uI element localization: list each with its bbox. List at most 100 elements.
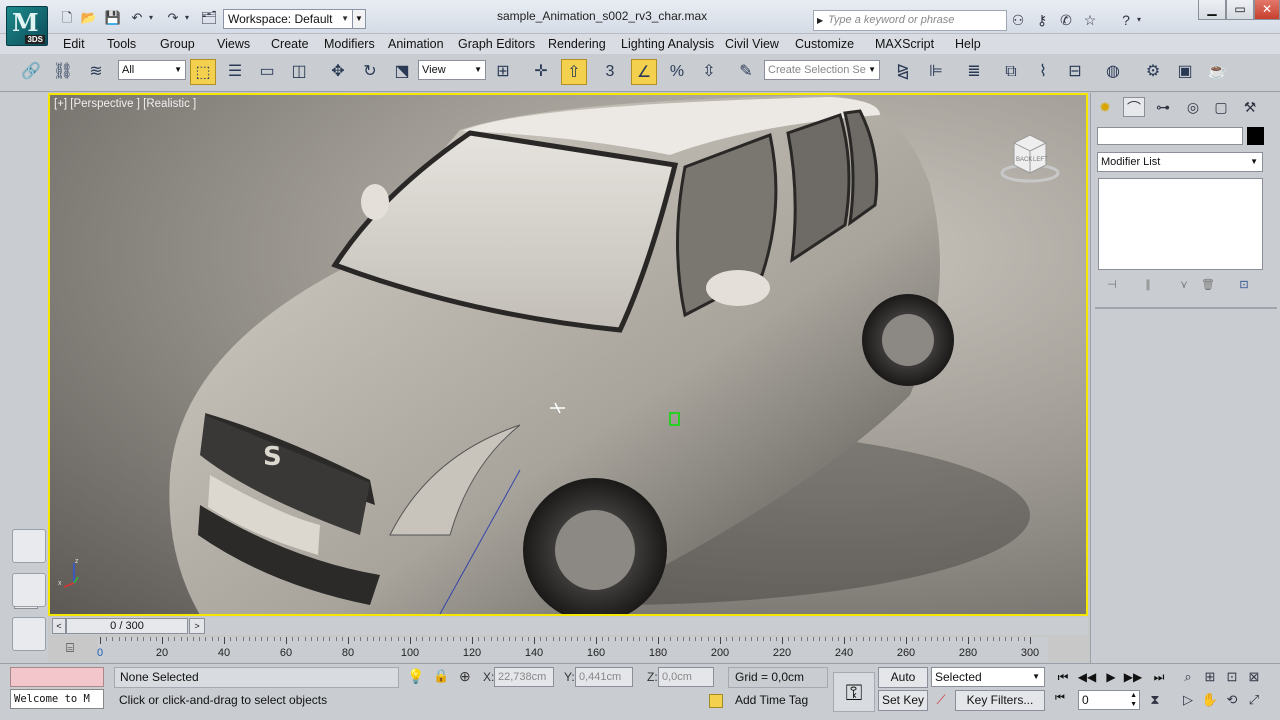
- zoom-extents-icon[interactable]: ⊡: [1222, 667, 1242, 687]
- previous-frame-button[interactable]: <: [52, 618, 66, 634]
- open-mini-curve-editor-icon[interactable]: ⌸: [60, 640, 80, 656]
- select-and-link-icon[interactable]: 🔗: [18, 59, 44, 85]
- add-time-tag-button[interactable]: Add Time Tag: [705, 690, 825, 711]
- move-icon[interactable]: ✥: [325, 59, 351, 85]
- redo-icon[interactable]: ↷: [164, 10, 182, 26]
- bind-to-space-warp-icon[interactable]: ≋: [83, 59, 109, 85]
- motion-tab-icon[interactable]: ◎: [1182, 97, 1204, 117]
- selection-lock-icon[interactable]: 🔒: [433, 668, 449, 684]
- select-object-icon[interactable]: ⬚: [190, 59, 216, 85]
- pan-hand-icon[interactable]: ✋: [1200, 690, 1220, 710]
- pivot-center-icon[interactable]: ⊞: [490, 59, 516, 85]
- modifier-stack[interactable]: [1098, 178, 1263, 270]
- named-selection-sets-dropdown[interactable]: Create Selection Se ▼: [764, 60, 880, 80]
- isolate-selection-icon[interactable]: 💡: [407, 668, 424, 685]
- field-of-view-icon[interactable]: ▷: [1178, 690, 1198, 710]
- favorites-star-icon[interactable]: ☆: [1080, 10, 1100, 30]
- menu-help[interactable]: Help: [955, 35, 981, 53]
- undo-icon[interactable]: ↶: [128, 10, 146, 26]
- key-mode-dropdown[interactable]: Selected ▼: [931, 667, 1045, 687]
- zoom-extents-all-icon[interactable]: ⊠: [1244, 667, 1264, 687]
- selection-filter-dropdown[interactable]: All ▼: [118, 60, 186, 80]
- quick-access-menu-button[interactable]: ▼: [352, 9, 366, 29]
- menu-maxscript[interactable]: MAXScript: [875, 35, 934, 53]
- material-editor-icon[interactable]: ◍: [1100, 59, 1126, 85]
- make-unique-icon[interactable]: ⋎: [1175, 278, 1193, 294]
- menu-edit[interactable]: Edit: [63, 35, 85, 53]
- display-tab-icon[interactable]: ▢: [1210, 97, 1232, 117]
- mirror-icon[interactable]: ⧎: [890, 59, 916, 85]
- viewcube[interactable]: BACK LEFT: [1000, 131, 1060, 185]
- keyboard-shortcut-override-icon[interactable]: ⇧: [561, 59, 587, 85]
- viewport-label[interactable]: [+] [Perspective ] [Realistic ]: [54, 98, 196, 110]
- rectangular-selection-icon[interactable]: ▭: [254, 59, 280, 85]
- remove-modifier-icon[interactable]: 🗑: [1199, 278, 1217, 294]
- create-tab-icon[interactable]: ✹: [1094, 97, 1116, 117]
- default-tangent-icon[interactable]: ⟋: [931, 692, 951, 710]
- zoom-icon[interactable]: ⌕: [1178, 667, 1198, 687]
- viewport-layout-alt-icon[interactable]: [12, 617, 46, 651]
- project-folder-icon[interactable]: 🗂: [200, 10, 218, 26]
- minimize-button[interactable]: ▁: [1198, 0, 1226, 20]
- next-key-icon[interactable]: ▶▶: [1122, 668, 1144, 686]
- menu-animation[interactable]: Animation: [388, 35, 444, 53]
- key-filters-button[interactable]: Key Filters...: [955, 690, 1045, 711]
- layer-manager-icon[interactable]: ≣: [961, 59, 987, 85]
- application-button[interactable]: M 3DS: [6, 6, 48, 46]
- perspective-viewport[interactable]: S [+] [Perspective ] [Realistic ] BACK L…: [48, 93, 1088, 616]
- current-frame-field[interactable]: 0 ▲ ▼: [1078, 690, 1140, 710]
- z-coordinate-field[interactable]: 0,0cm: [658, 667, 714, 687]
- align-icon[interactable]: ⊫: [923, 59, 949, 85]
- menu-tools[interactable]: Tools: [107, 35, 136, 53]
- select-by-name-icon[interactable]: ☰: [222, 59, 248, 85]
- go-to-end-icon[interactable]: ⏭: [1148, 668, 1170, 686]
- scene-explorer-icon[interactable]: ⧉: [998, 59, 1024, 85]
- next-frame-button[interactable]: >: [189, 618, 205, 634]
- previous-key-icon[interactable]: ◀◀: [1076, 668, 1098, 686]
- menu-modifiers[interactable]: Modifiers: [324, 35, 375, 53]
- time-slider[interactable]: 0 / 300: [66, 618, 188, 634]
- menu-group[interactable]: Group: [160, 35, 195, 53]
- curve-editor-icon[interactable]: ⌇: [1030, 59, 1056, 85]
- render-setup-icon[interactable]: ⚙: [1140, 59, 1166, 85]
- rotate-icon[interactable]: ↻: [357, 59, 383, 85]
- maxscript-listener-mini[interactable]: [10, 667, 104, 687]
- save-file-icon[interactable]: 💾: [104, 10, 122, 26]
- menu-rendering[interactable]: Rendering: [548, 35, 606, 53]
- spinner-snap-icon[interactable]: ⇳: [696, 59, 722, 85]
- edit-named-selections-icon[interactable]: ✎: [733, 59, 759, 85]
- undo-dropdown-icon[interactable]: ▾: [146, 10, 156, 26]
- track-bar[interactable]: 0 20 40 60 80 100 120 140 160 180 200 220 240 260 280 3…: [97, 637, 1048, 662]
- viewport-layout-icon[interactable]: [12, 529, 46, 563]
- help-dropdown-icon[interactable]: ▾: [1134, 10, 1144, 30]
- hierarchy-tab-icon[interactable]: ⊶: [1152, 97, 1174, 117]
- configure-modifier-sets-icon[interactable]: ⊡: [1235, 278, 1253, 294]
- orbit-icon[interactable]: ⟲: [1222, 690, 1242, 710]
- angle-snap-icon[interactable]: ∠: [631, 59, 657, 85]
- window-crossing-icon[interactable]: ◫: [286, 59, 312, 85]
- snaps-toggle-icon[interactable]: 3: [597, 59, 623, 85]
- key-mode-toggle-icon[interactable]: ⏮: [1055, 692, 1065, 705]
- auto-key-button[interactable]: Auto Key: [878, 667, 928, 703]
- menu-civil-view[interactable]: Civil View: [725, 35, 779, 53]
- absolute-mode-icon[interactable]: ⊕: [459, 668, 471, 685]
- play-icon[interactable]: ▶: [1100, 668, 1122, 686]
- viewport-single-layout-icon[interactable]: [12, 573, 46, 607]
- schematic-view-icon[interactable]: ⊟: [1062, 59, 1088, 85]
- object-color-swatch[interactable]: [1247, 127, 1264, 145]
- go-to-start-icon[interactable]: ⏮: [1052, 668, 1074, 686]
- percent-snap-icon[interactable]: %: [664, 59, 690, 85]
- select-manipulate-icon[interactable]: ✛: [528, 59, 554, 85]
- x-coordinate-field[interactable]: 22,738cm: [494, 667, 554, 687]
- maximize-viewport-icon[interactable]: ⤢: [1244, 690, 1264, 710]
- y-coordinate-field[interactable]: 0,441cm: [575, 667, 633, 687]
- maximize-button[interactable]: ▭: [1226, 0, 1254, 20]
- menu-graph-editors[interactable]: Graph Editors: [458, 35, 535, 53]
- object-name-field[interactable]: [1097, 127, 1243, 145]
- time-configuration-icon[interactable]: ⧗: [1145, 690, 1165, 710]
- utilities-tab-icon[interactable]: ⚒: [1239, 97, 1261, 117]
- binoculars-icon[interactable]: ⚇: [1008, 10, 1028, 30]
- render-production-icon[interactable]: ☕: [1204, 59, 1230, 85]
- zoom-all-icon[interactable]: ⊞: [1200, 667, 1220, 687]
- maxscript-welcome-line[interactable]: Welcome to M: [10, 689, 104, 709]
